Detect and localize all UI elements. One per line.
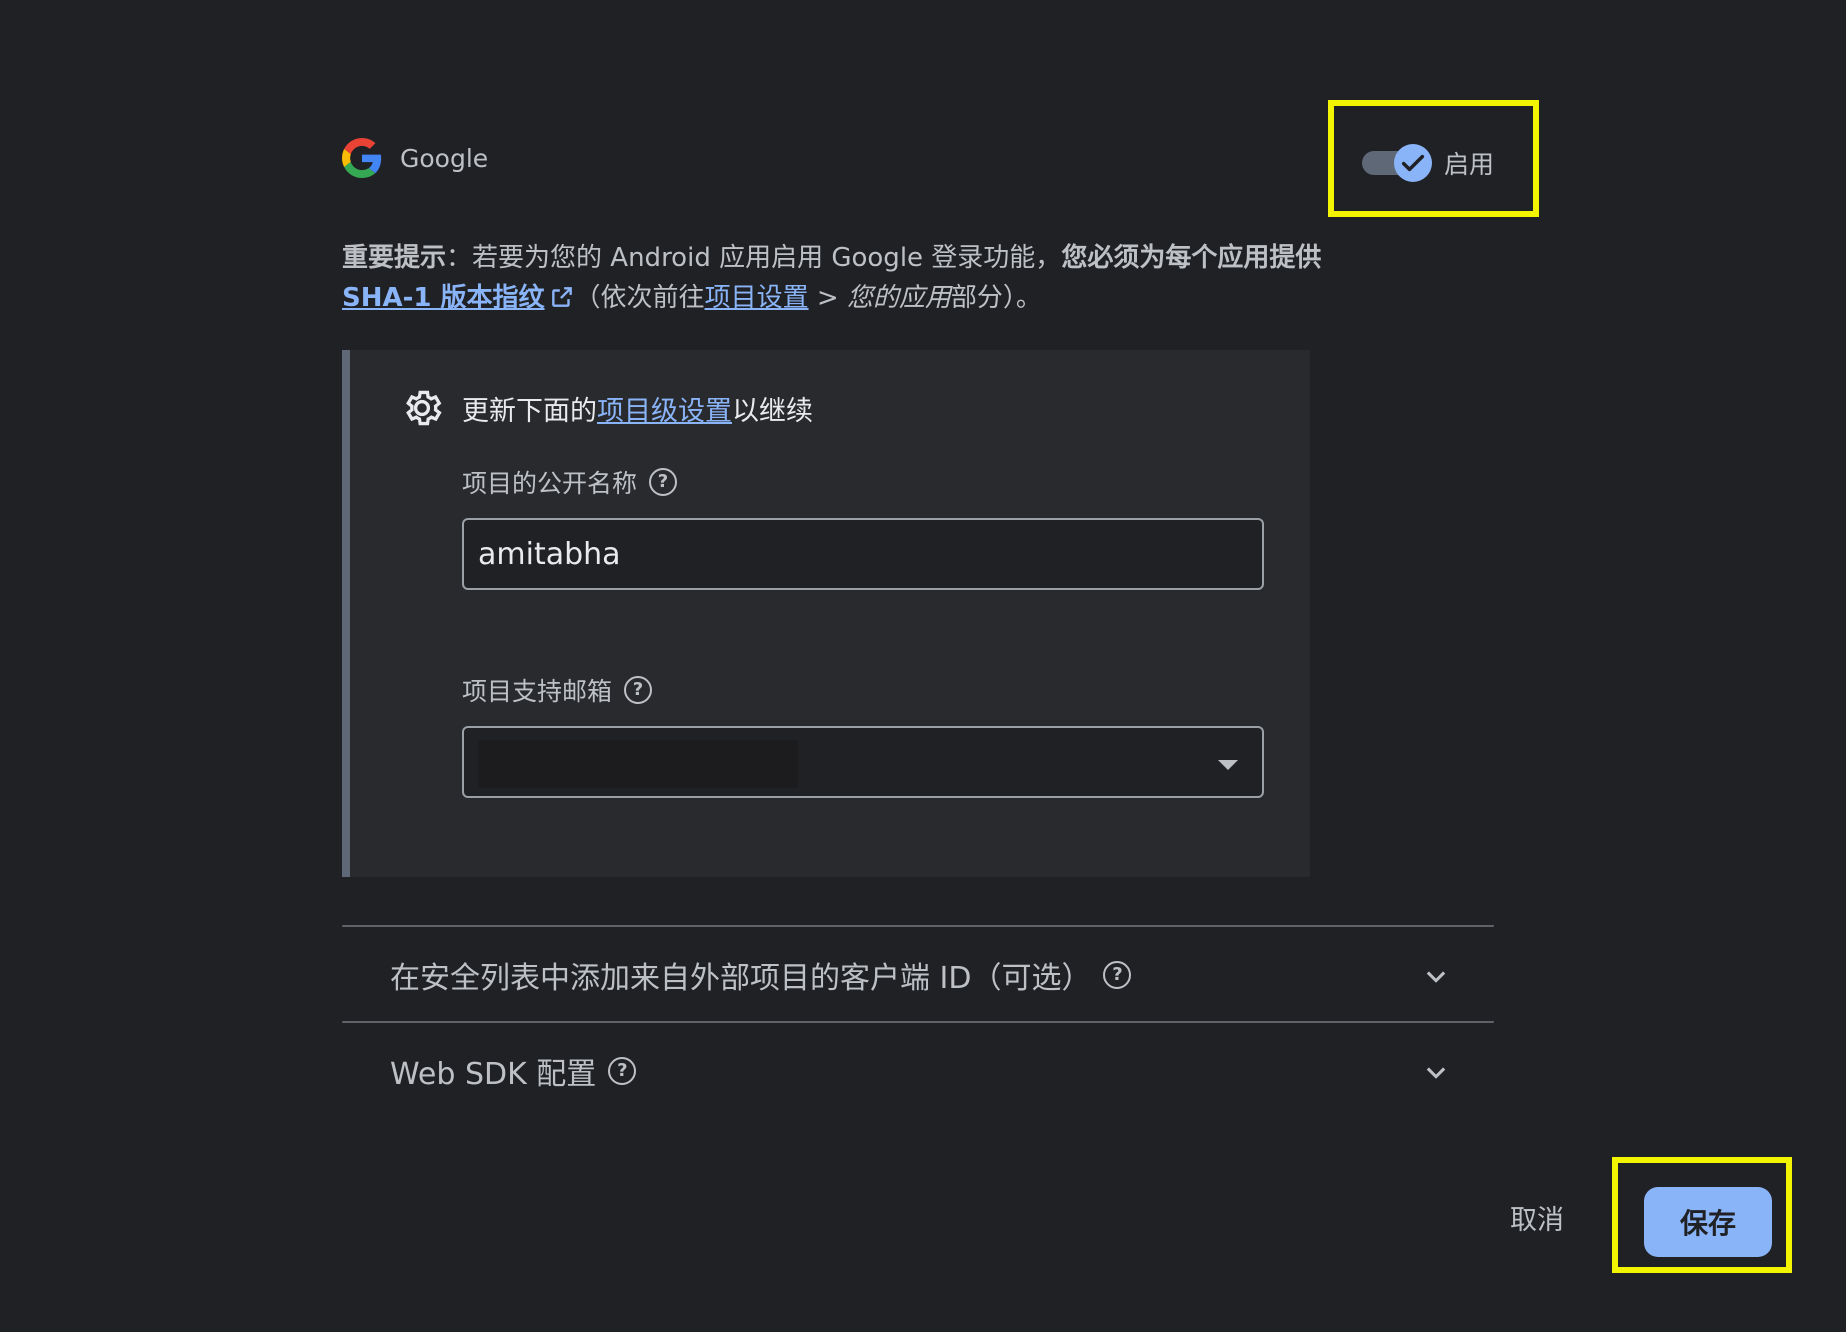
notice-bold-text: 您必须为每个应用提供 (1061, 243, 1322, 273)
toggle-label: 启用 (1444, 150, 1495, 179)
provider-header: Google (342, 138, 488, 178)
accordion-allowlist-client-ids[interactable]: 在安全列表中添加来自外部项目的客户端 ID（可选） ? (342, 928, 1494, 1022)
redacted-email (478, 740, 798, 788)
notice-text-3: > (808, 283, 847, 313)
support-email-select[interactable] (462, 726, 1264, 798)
public-name-label: 项目的公开名称 (462, 469, 638, 498)
settings-heading-suffix: 以继续 (732, 395, 813, 427)
accordion-title: Web SDK 配置 (390, 1057, 597, 1092)
important-notice: 重要提示：若要为您的 Android 应用启用 Google 登录功能，您必须为… (342, 238, 1422, 318)
project-level-settings-link[interactable]: 项目级设置 (597, 389, 732, 428)
accordion-title-row: 在安全列表中添加来自外部项目的客户端 ID（可选） ? (390, 953, 1132, 997)
toggle-track[interactable] (1362, 144, 1432, 182)
google-logo-icon (342, 138, 382, 178)
notice-colon: ： (446, 243, 473, 273)
project-settings-link[interactable]: 项目设置 (705, 283, 809, 313)
toggle-knob[interactable] (1394, 144, 1432, 182)
chevron-down-icon[interactable] (1422, 962, 1450, 990)
project-settings-panel: 更新下面的项目级设置以继续 项目的公开名称 ? 项目支持邮箱 ? (342, 350, 1310, 877)
notice-text-2: （依次前往 (574, 283, 705, 313)
gear-icon (406, 390, 442, 426)
chevron-down-icon[interactable] (1422, 1058, 1450, 1086)
help-icon[interactable]: ? (1103, 961, 1132, 989)
support-email-label-row: 项目支持邮箱 ? (462, 672, 653, 708)
important-label: 重要提示 (342, 243, 447, 273)
public-name-input[interactable] (462, 518, 1264, 590)
check-icon (1401, 154, 1425, 172)
help-icon[interactable]: ? (624, 676, 653, 704)
provider-name: Google (400, 143, 489, 173)
accordion-divider (342, 1021, 1494, 1023)
help-icon[interactable]: ? (608, 1057, 637, 1085)
notice-text-4: 部分）。 (950, 283, 1042, 313)
your-apps-text: 您的应用 (846, 283, 951, 313)
settings-heading-prefix: 更新下面的 (462, 395, 597, 427)
external-link-icon[interactable] (549, 284, 575, 310)
enable-toggle[interactable]: 启用 (1362, 144, 1495, 182)
panel-accent-bar (342, 350, 350, 877)
notice-text-1: 若要为您的 Android 应用启用 Google 登录功能， (472, 243, 1062, 273)
settings-heading: 更新下面的 项目级设置 以继续 (400, 386, 813, 430)
sha1-fingerprint-link[interactable]: SHA-1 版本指纹 (342, 283, 545, 313)
dropdown-arrow-icon[interactable] (1218, 760, 1238, 770)
save-highlight: 保存 (1612, 1157, 1792, 1273)
cancel-button[interactable]: 取消 (1510, 1198, 1564, 1237)
support-email-label: 项目支持邮箱 (462, 677, 613, 706)
help-icon[interactable]: ? (649, 468, 678, 496)
public-name-label-row: 项目的公开名称 ? (462, 464, 678, 500)
accordion-title: 在安全列表中添加来自外部项目的客户端 ID（可选） (390, 961, 1092, 996)
accordion-title-row: Web SDK 配置 ? (390, 1049, 637, 1093)
save-button[interactable]: 保存 (1644, 1187, 1772, 1257)
accordion-divider (342, 925, 1494, 927)
accordion-web-sdk-config[interactable]: Web SDK 配置 ? (342, 1024, 1494, 1118)
